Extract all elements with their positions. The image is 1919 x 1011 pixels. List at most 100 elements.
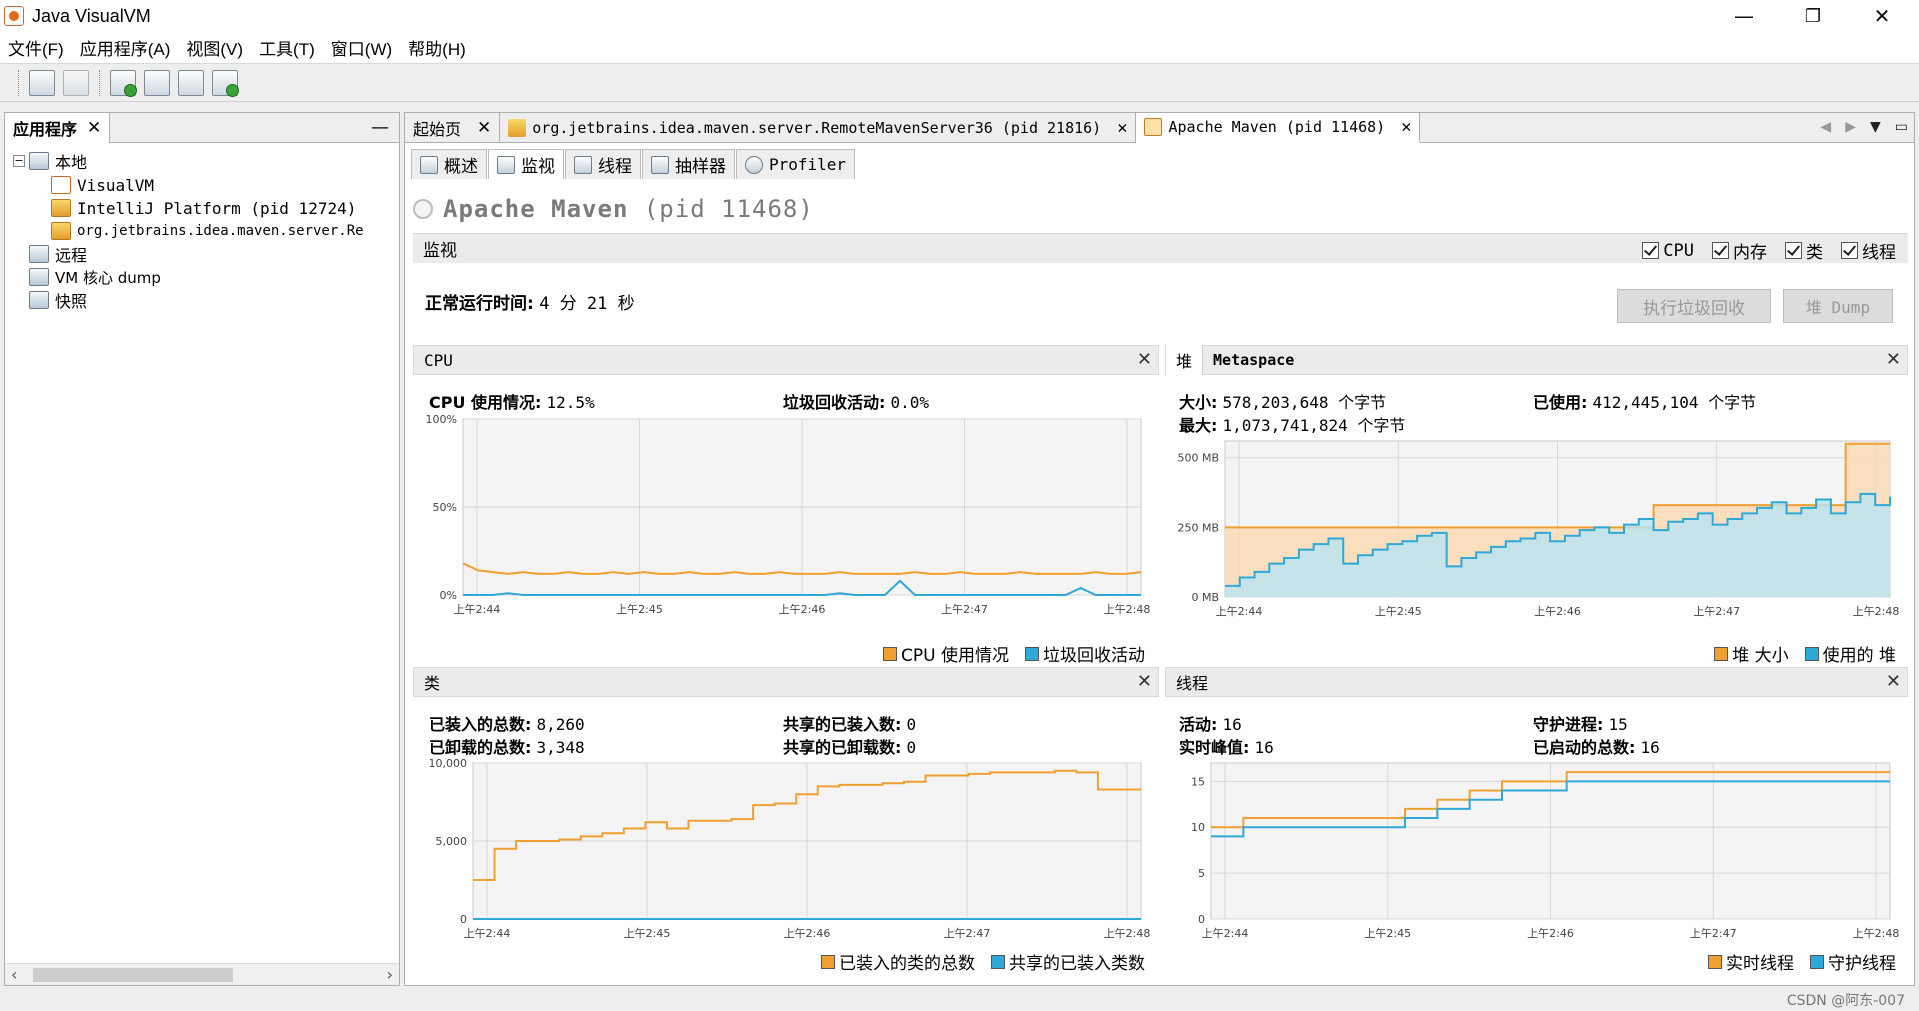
y-tick-label: 0: [460, 913, 467, 926]
tree-node-label: VM 核心 dump: [55, 268, 161, 287]
x-tick-label: 上午2:44: [454, 603, 501, 616]
x-tick-label: 上午2:44: [1216, 605, 1263, 618]
minimize-button[interactable]: —: [1715, 0, 1773, 32]
menu-help[interactable]: 帮助(H): [400, 35, 474, 60]
tab-monitor[interactable]: 监视: [488, 149, 564, 179]
x-tick-label: 上午2:44: [464, 927, 511, 940]
sampler-icon: [651, 155, 669, 174]
applications-tree: − 本地 VisualVM IntelliJ Platform (pid 127…: [5, 143, 399, 943]
tree-node-maven-server[interactable]: org.jetbrains.idea.maven.server.Re: [51, 218, 364, 244]
close-tab-icon[interactable]: ✕: [87, 118, 101, 138]
x-tick-label: 上午2:45: [616, 603, 663, 616]
tab-heap[interactable]: 堆: [1166, 345, 1204, 375]
legend-item-gc-activity: 垃圾回收活动: [1025, 641, 1145, 666]
main-panel: 起始页 ✕ org.jetbrains.idea.maven.server.Re…: [404, 112, 1915, 986]
close-panel-icon[interactable]: ✕: [1886, 349, 1901, 370]
heap-used: 已使用: 412,445,104 个字节: [1533, 393, 1757, 412]
threads-chart: 15 10 5 0上午2:44 上午2:45 上午2:46 上午2:47 上午2:48: [1191, 762, 1899, 940]
cpu-chart: 100% 50% 0%上午2:44 上午2:45 上午2:46 上午2:47 上午2:48: [426, 413, 1151, 616]
add-jmx-connection-icon[interactable]: [110, 69, 137, 97]
document-tabs: 起始页 ✕ org.jetbrains.idea.maven.server.Re…: [405, 113, 1914, 143]
close-panel-icon[interactable]: ✕: [1886, 671, 1901, 692]
remote-host-icon: [29, 245, 49, 263]
applications-tab[interactable]: 应用程序 ✕: [5, 112, 111, 143]
menu-application[interactable]: 应用程序(A): [72, 35, 179, 60]
tab-overview[interactable]: 概述: [411, 149, 487, 179]
heap-legend: 堆 大小 使用的 堆: [1714, 641, 1896, 666]
checkbox-classes[interactable]: 类: [1785, 238, 1823, 263]
threads-panel: 线程 ✕ 活动: 16 守护进程: 15 实时峰值: 16 已启动的总数: 16…: [1165, 667, 1908, 981]
menu-file[interactable]: 文件(F): [0, 35, 72, 60]
x-tick-label: 上午2:48: [1104, 603, 1151, 616]
close-button[interactable]: ✕: [1853, 0, 1911, 32]
tree-node-label: 远程: [55, 246, 88, 265]
java-app-icon: [508, 119, 527, 137]
threads-live: 活动: 16: [1179, 715, 1242, 734]
view-subtabs: 概述 监视 线程 抽样器 Profiler: [411, 149, 856, 179]
uptime: 正常运行时间: 4 分 21 秒: [425, 289, 635, 314]
tab-remote-maven-server[interactable]: org.jetbrains.idea.maven.server.RemoteMa…: [500, 113, 1137, 143]
perform-gc-button[interactable]: 执行垃圾回收: [1617, 289, 1771, 323]
java-app-icon: [51, 199, 71, 217]
close-tab-icon[interactable]: ✕: [1401, 117, 1411, 137]
x-tick-label: 上午2:47: [1693, 605, 1740, 618]
tab-scroll-left-icon[interactable]: ◀: [1820, 119, 1831, 135]
scroll-right-icon[interactable]: ›: [387, 965, 393, 984]
heap-size: 大小: 578,203,648 个字节: [1179, 393, 1387, 412]
collapse-icon[interactable]: −: [13, 155, 25, 167]
menu-view[interactable]: 视图(V): [178, 35, 251, 60]
x-tick-label: 上午2:47: [944, 927, 991, 940]
scrollbar-thumb[interactable]: [33, 968, 233, 982]
horizontal-scrollbar[interactable]: ‹ ›: [5, 963, 399, 985]
tab-start-page[interactable]: 起始页 ✕: [405, 113, 501, 143]
window-title: Java VisualVM: [32, 5, 151, 26]
tab-threads[interactable]: 线程: [565, 149, 641, 179]
applications-panel: 应用程序 ✕ — − 本地 VisualVM IntelliJ Platform…: [4, 112, 400, 986]
menu-window[interactable]: 窗口(W): [323, 35, 400, 60]
maximize-button[interactable]: ❐: [1784, 0, 1842, 32]
thread-dump-icon[interactable]: [178, 69, 204, 96]
maximize-editor-icon[interactable]: ▭: [1895, 119, 1908, 135]
y-tick-label: 50%: [433, 501, 457, 514]
cpu-panel: CPU ✕ CPU 使用情况: 12.5% 垃圾回收活动: 0.0% 100% 5…: [413, 345, 1159, 666]
legend-item-heap-size: 堆 大小: [1714, 641, 1789, 666]
tab-metaspace[interactable]: Metaspace: [1203, 351, 1294, 369]
checkbox-threads[interactable]: 线程: [1841, 238, 1896, 263]
load-snapshot-icon[interactable]: [29, 69, 55, 96]
close-tab-icon[interactable]: ✕: [1117, 118, 1127, 138]
save-icon[interactable]: [63, 69, 89, 96]
heap-dump-icon[interactable]: [144, 69, 170, 96]
x-tick-label: 上午2:46: [1534, 605, 1581, 618]
threads-daemon: 守护进程: 15: [1533, 715, 1628, 734]
checkbox-memory[interactable]: 内存: [1712, 238, 1767, 263]
application-name: Apache Maven: [443, 195, 629, 223]
close-tab-icon[interactable]: ✕: [477, 118, 491, 138]
y-tick-label: 5: [1198, 867, 1205, 880]
application-title: Apache Maven (pid 11468): [413, 195, 814, 223]
close-panel-icon[interactable]: ✕: [1137, 349, 1152, 370]
shared-loaded: 共享的已装入数: 0: [783, 715, 917, 734]
x-tick-label: 上午2:47: [1690, 927, 1737, 940]
tree-node-label: 快照: [55, 292, 88, 311]
tab-scroll-right-icon[interactable]: ▶: [1845, 119, 1856, 135]
tree-node-local[interactable]: 本地: [29, 148, 87, 174]
tree-node-snapshots[interactable]: 快照: [29, 287, 87, 313]
menu-tools[interactable]: 工具(T): [251, 35, 323, 60]
app-status-icon: [413, 199, 433, 219]
minimize-panel-icon[interactable]: —: [371, 117, 389, 138]
add-remote-host-icon[interactable]: [212, 69, 239, 97]
java-app-icon: [51, 222, 71, 240]
cpu-usage: CPU 使用情况: 12.5%: [429, 393, 595, 412]
tab-apache-maven[interactable]: Apache Maven (pid 11468) ✕: [1136, 113, 1421, 143]
scroll-left-icon[interactable]: ‹: [11, 965, 17, 984]
close-panel-icon[interactable]: ✕: [1137, 671, 1152, 692]
tab-profiler[interactable]: Profiler: [736, 149, 856, 179]
threads-legend: 实时线程 守护线程: [1708, 949, 1896, 974]
tab-list-icon[interactable]: ▼: [1870, 119, 1881, 135]
checkbox-cpu[interactable]: CPU: [1642, 238, 1694, 263]
x-tick-label: 上午2:45: [1375, 605, 1422, 618]
tab-sampler[interactable]: 抽样器: [642, 149, 735, 179]
heap-dump-button[interactable]: 堆 Dump: [1783, 289, 1893, 323]
snapshot-icon: [29, 291, 49, 309]
tab-navigation: ◀ ▶ ▼ ▭: [1820, 119, 1908, 135]
